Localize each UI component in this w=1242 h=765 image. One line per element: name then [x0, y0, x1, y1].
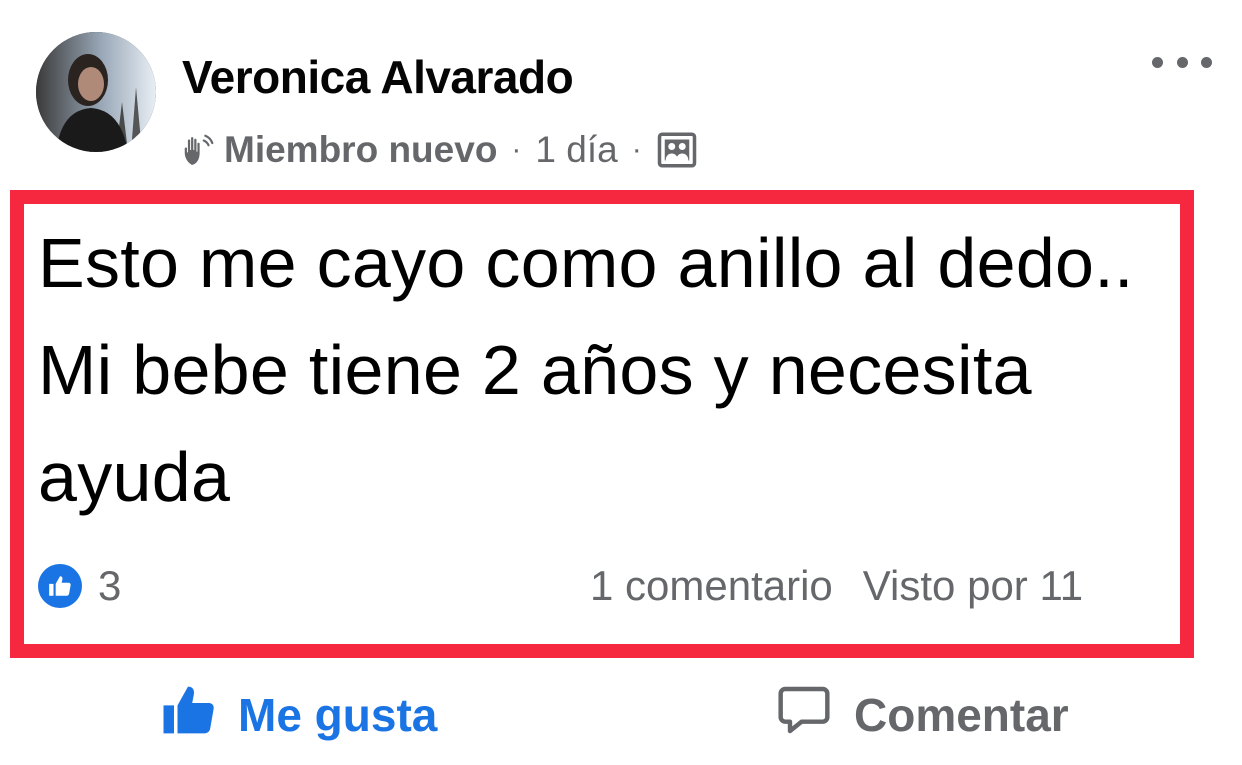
meta-separator: ·	[631, 133, 642, 166]
post-meta: Miembro nuevo · 1 día ·	[180, 126, 698, 174]
avatar[interactable]	[36, 32, 156, 152]
more-options-button[interactable]	[1152, 42, 1212, 82]
waving-hand-icon	[180, 131, 218, 169]
author-name[interactable]: Veronica Alvarado	[182, 50, 574, 104]
like-label: Me gusta	[238, 689, 438, 741]
thumbs-up-icon	[160, 682, 216, 749]
comment-label: Comentar	[854, 689, 1069, 741]
post-time[interactable]: 1 día	[535, 129, 617, 171]
meta-separator: ·	[511, 133, 522, 166]
like-reaction-icon	[38, 564, 82, 608]
more-dots-icon	[1152, 56, 1163, 68]
more-dots-icon	[1176, 56, 1188, 68]
views-count[interactable]: Visto por 11	[863, 562, 1083, 610]
more-dots-icon	[1201, 56, 1212, 68]
comment-bubble-icon	[776, 682, 832, 749]
comment-button[interactable]: Comentar	[776, 680, 1069, 750]
reaction-count: 3	[98, 562, 122, 609]
post-stats: 1 comentario Visto por 11	[590, 562, 1172, 610]
group-audience-icon	[656, 129, 698, 171]
reactions-summary[interactable]: 3	[38, 562, 121, 610]
comment-count[interactable]: 1 comentario	[590, 562, 833, 610]
action-bar: Me gusta Comentar	[0, 680, 1242, 750]
like-button[interactable]: Me gusta	[160, 680, 437, 750]
member-badge[interactable]: Miembro nuevo	[224, 129, 497, 171]
post-text: Esto me cayo como anillo al dedo.. Mi be…	[38, 224, 1134, 516]
